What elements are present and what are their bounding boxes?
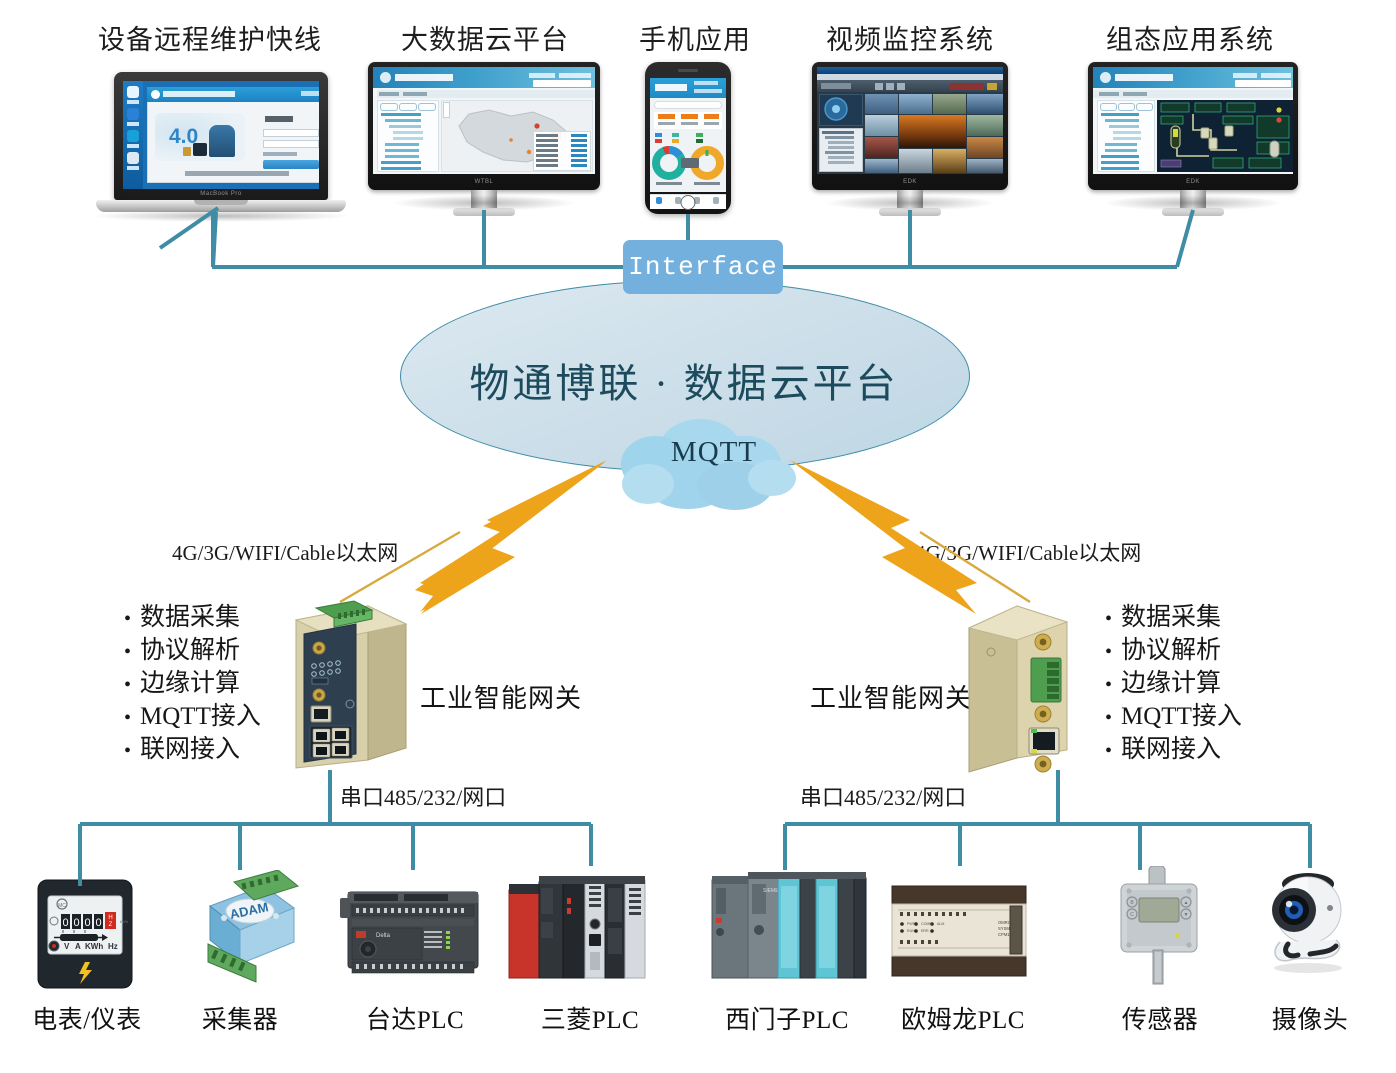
field-bus-tree-lines	[78, 770, 1312, 886]
feature-item: 联网接入	[124, 734, 261, 767]
interface-box[interactable]: Interface	[623, 240, 783, 294]
feature-item: 联网接入	[1105, 734, 1242, 767]
mqtt-cloud-label: MQTT	[670, 436, 758, 468]
feature-item: MQTT接入	[1105, 701, 1242, 734]
feature-item: MQTT接入	[124, 701, 261, 734]
